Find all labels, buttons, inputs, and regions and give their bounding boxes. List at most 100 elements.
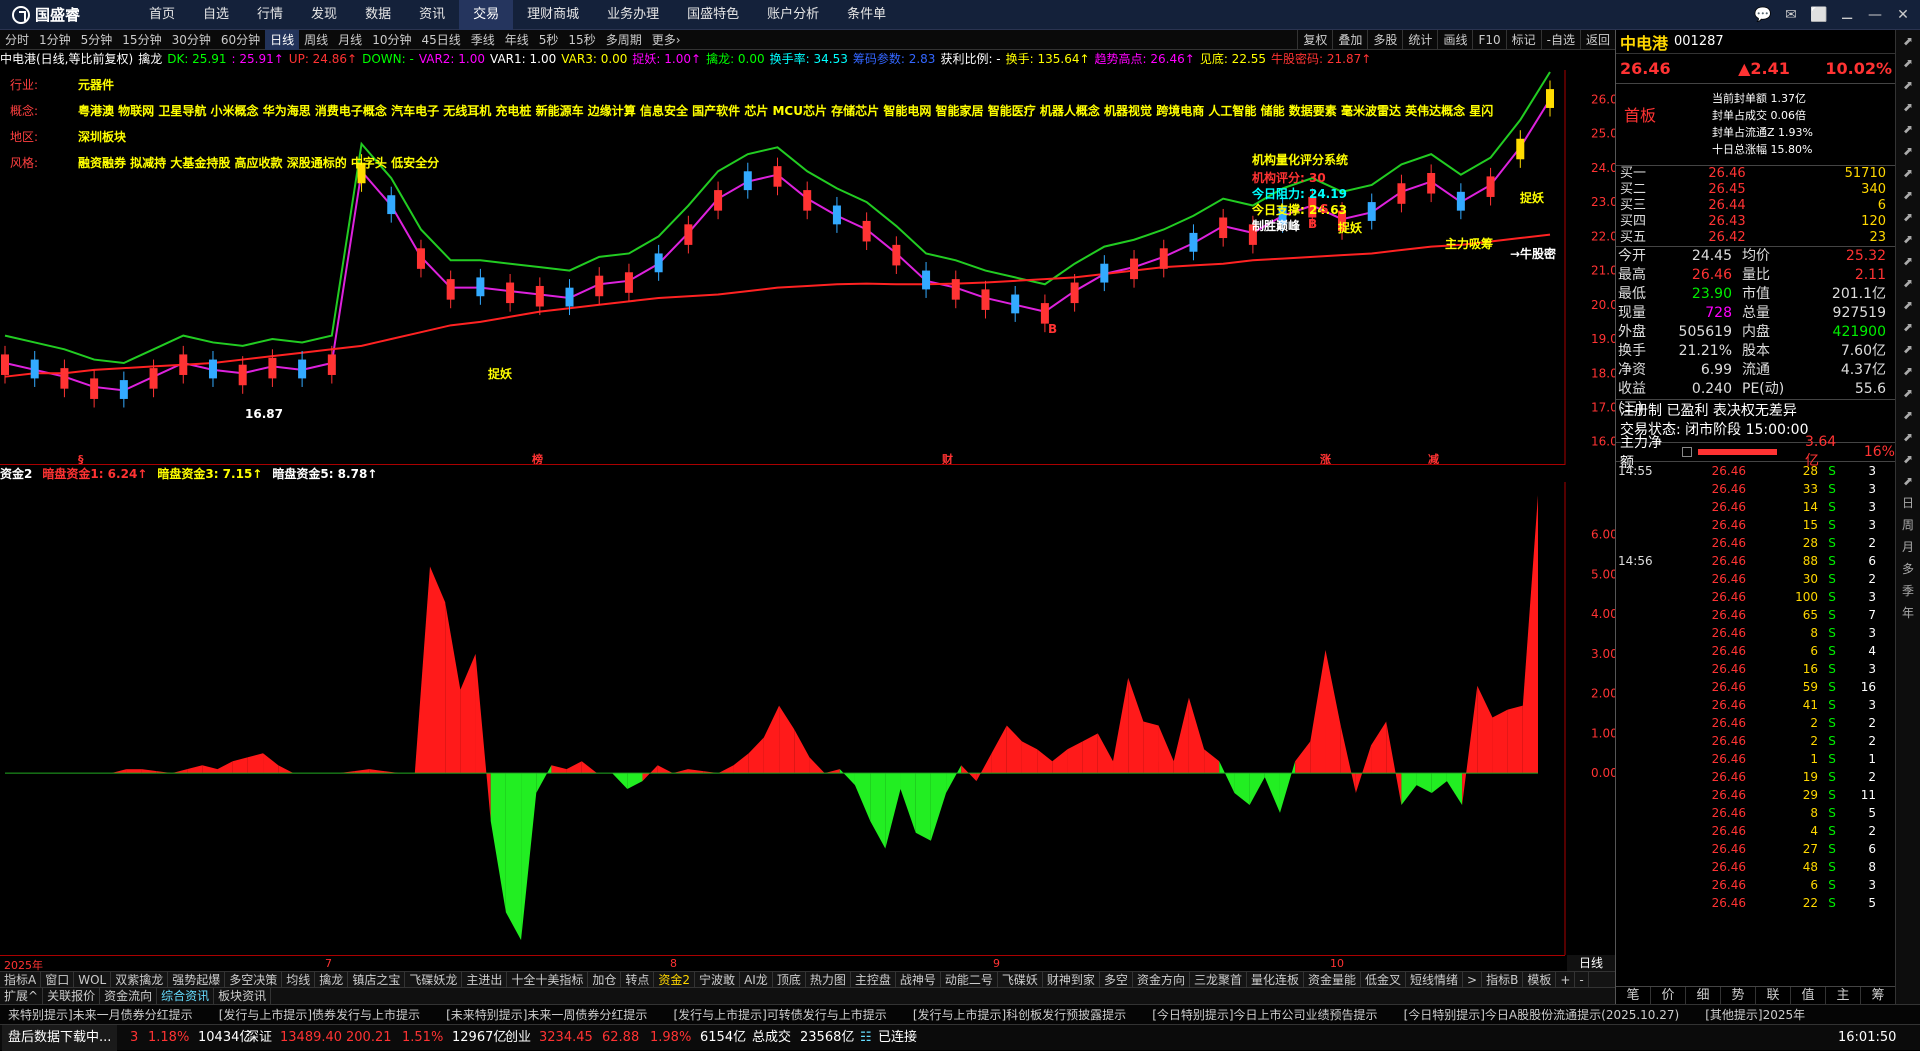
indicator-tab-35[interactable]: -: [1575, 972, 1589, 987]
sidebar-button-26-icon[interactable]: 年: [1896, 602, 1920, 624]
sidebar-button-21-icon[interactable]: 日: [1896, 492, 1920, 514]
nav-item-2[interactable]: 行情: [243, 0, 297, 30]
indicator-tab-23[interactable]: 财神到家: [1043, 972, 1100, 987]
news-item-1[interactable]: [发行与上市提示]债券发行与上市提示: [219, 1008, 420, 1022]
period-13[interactable]: 5秒: [534, 30, 564, 50]
sidebar-button-17-icon[interactable]: ⬈: [1896, 404, 1920, 426]
indicator-tab-26[interactable]: 三龙聚首: [1190, 972, 1247, 987]
period-6[interactable]: 日线: [265, 29, 300, 50]
sidebar-button-15-icon[interactable]: ⬈: [1896, 360, 1920, 382]
nav-item-5[interactable]: 资讯: [405, 0, 459, 30]
quote-tab-5[interactable]: 值: [1791, 987, 1826, 1004]
tick-list[interactable]: 14:55 26.46 28 S 3 26.46 33 S 3 26.46 14 S 3 26.46 15 S…: [1616, 462, 1895, 912]
period-7[interactable]: 周线: [299, 30, 333, 50]
sidebar-button-24-icon[interactable]: 多: [1896, 558, 1920, 580]
indicator-tab-1[interactable]: 窗口: [41, 972, 75, 987]
indicator-tab-18[interactable]: 热力图: [806, 972, 851, 987]
sidebar-button-5-icon[interactable]: ⬈: [1896, 140, 1920, 162]
indicator-tab-30[interactable]: 短线情绪: [1406, 972, 1464, 987]
sidebar-button-23-icon[interactable]: 月: [1896, 536, 1920, 558]
indicator-tab-33[interactable]: 模板: [1523, 972, 1557, 987]
sidebar-button-0-icon[interactable]: ⬈: [1896, 30, 1920, 52]
news-item-4[interactable]: [发行与上市提示]科创板发行预披露提示: [913, 1008, 1126, 1022]
tool-button-7[interactable]: -自选: [1540, 30, 1580, 50]
nav-item-3[interactable]: 发现: [297, 0, 351, 30]
info-tab-4[interactable]: 板块资讯: [214, 988, 272, 1004]
indicator-tab-19[interactable]: 主控盘: [851, 972, 896, 987]
indicator-tab-28[interactable]: 资金量能: [1304, 972, 1361, 987]
nav-item-1[interactable]: 自选: [189, 0, 243, 30]
quote-tab-1[interactable]: 价: [1651, 987, 1686, 1004]
app-logo[interactable]: 国盛睿: [0, 4, 135, 25]
news-item-6[interactable]: [今日特别提示]今日A股股份流通提示(2025.10.27): [1404, 1008, 1680, 1022]
quote-tab-4[interactable]: 联: [1756, 987, 1791, 1004]
period-0[interactable]: 分时: [0, 30, 34, 50]
info-tab-2[interactable]: 资金流向: [100, 988, 158, 1004]
sidebar-button-16-icon[interactable]: ⬈: [1896, 382, 1920, 404]
indicator-tab-31[interactable]: >: [1463, 972, 1483, 987]
tool-button-8[interactable]: 返回: [1579, 30, 1615, 50]
stock-name[interactable]: 中电港: [1620, 30, 1668, 54]
indicator-tab-10[interactable]: 主进出: [462, 972, 508, 987]
news-ticker[interactable]: 来特别提示]未来一月债券分红提示 [发行与上市提示]债券发行与上市提示 [未来特别提…: [0, 1004, 1920, 1024]
quote-tab-6[interactable]: 主: [1826, 987, 1861, 1004]
news-item-7[interactable]: [其他提示]2025年: [1705, 1008, 1805, 1022]
indicator-tab-7[interactable]: 擒龙: [315, 972, 349, 987]
news-item-5[interactable]: [今日特别提示]今日上市公司业绩预告提示: [1152, 1008, 1377, 1022]
nav-item-4[interactable]: 数据: [351, 0, 405, 30]
period-14[interactable]: 15秒: [563, 30, 600, 50]
sidebar-button-4-icon[interactable]: ⬈: [1896, 118, 1920, 140]
nav-item-7[interactable]: 理财商城: [513, 0, 593, 30]
net-flow-toggle[interactable]: [1681, 447, 1692, 457]
indicator-tab-13[interactable]: 转点: [621, 972, 655, 987]
tool-button-1[interactable]: 叠加: [1332, 30, 1367, 50]
period-10[interactable]: 45日线: [416, 30, 465, 50]
period-3[interactable]: 15分钟: [117, 30, 166, 50]
sidebar-button-10-icon[interactable]: ⬈: [1896, 250, 1920, 272]
tool-button-4[interactable]: 画线: [1437, 30, 1472, 50]
indicator-tab-15[interactable]: 宁波敢: [695, 972, 741, 987]
sidebar-button-13-icon[interactable]: ⬈: [1896, 316, 1920, 338]
sidebar-button-8-icon[interactable]: ⬈: [1896, 206, 1920, 228]
window-control-0-icon[interactable]: 💬: [1752, 4, 1774, 26]
indicator-tab-14[interactable]: 资金2: [654, 972, 696, 987]
sidebar-button-3-icon[interactable]: ⬈: [1896, 96, 1920, 118]
indicator-tab-8[interactable]: 镇店之宝: [348, 972, 406, 987]
nav-item-11[interactable]: 条件单: [833, 0, 900, 30]
quote-tab-7[interactable]: 筹: [1861, 987, 1896, 1004]
nav-item-6[interactable]: 交易: [459, 0, 514, 30]
tool-button-3[interactable]: 统计: [1402, 30, 1437, 50]
tool-button-0[interactable]: 复权: [1297, 30, 1332, 50]
cy-label[interactable]: 创业: [505, 1025, 531, 1051]
sidebar-button-6-icon[interactable]: ⬈: [1896, 162, 1920, 184]
period-11[interactable]: 季线: [466, 30, 500, 50]
window-control-3-icon[interactable]: ⚊: [1836, 4, 1858, 26]
news-item-0[interactable]: 来特别提示]未来一月债券分红提示: [8, 1008, 193, 1022]
indicator-tab-32[interactable]: 指标B: [1482, 972, 1524, 987]
period-2[interactable]: 5分钟: [76, 30, 118, 50]
period-1[interactable]: 1分钟: [34, 30, 76, 50]
indicator-tab-24[interactable]: 多空: [1100, 972, 1133, 987]
period-12[interactable]: 年线: [500, 30, 534, 50]
indicator-tab-17[interactable]: 顶底: [773, 972, 806, 987]
tool-button-2[interactable]: 多股: [1367, 30, 1402, 50]
news-item-2[interactable]: [未来特别提示]未来一周债券分红提示: [446, 1008, 647, 1022]
sz-label[interactable]: 深证: [246, 1025, 272, 1051]
quote-tab-3[interactable]: 势: [1721, 987, 1756, 1004]
period-15[interactable]: 多周期: [601, 30, 647, 50]
sidebar-button-9-icon[interactable]: ⬈: [1896, 228, 1920, 250]
indicator-tab-6[interactable]: 均线: [282, 972, 316, 987]
window-control-4-icon[interactable]: —: [1864, 4, 1886, 26]
indicator-tab-29[interactable]: 低金叉: [1361, 972, 1407, 987]
indicator-tab-3[interactable]: 双紫擒龙: [111, 972, 169, 987]
sidebar-button-11-icon[interactable]: ⬈: [1896, 272, 1920, 294]
indicator-tab-21[interactable]: 动能二号: [941, 972, 998, 987]
tool-button-6[interactable]: 标记: [1505, 30, 1541, 50]
sidebar-button-20-icon[interactable]: ⬈: [1896, 470, 1920, 492]
period-8[interactable]: 月线: [333, 30, 367, 50]
nav-item-10[interactable]: 账户分析: [753, 0, 833, 30]
quote-tab-2[interactable]: 细: [1686, 987, 1721, 1004]
sidebar-button-14-icon[interactable]: ⬈: [1896, 338, 1920, 360]
nav-item-8[interactable]: 业务办理: [593, 0, 673, 30]
sidebar-button-22-icon[interactable]: 周: [1896, 514, 1920, 536]
